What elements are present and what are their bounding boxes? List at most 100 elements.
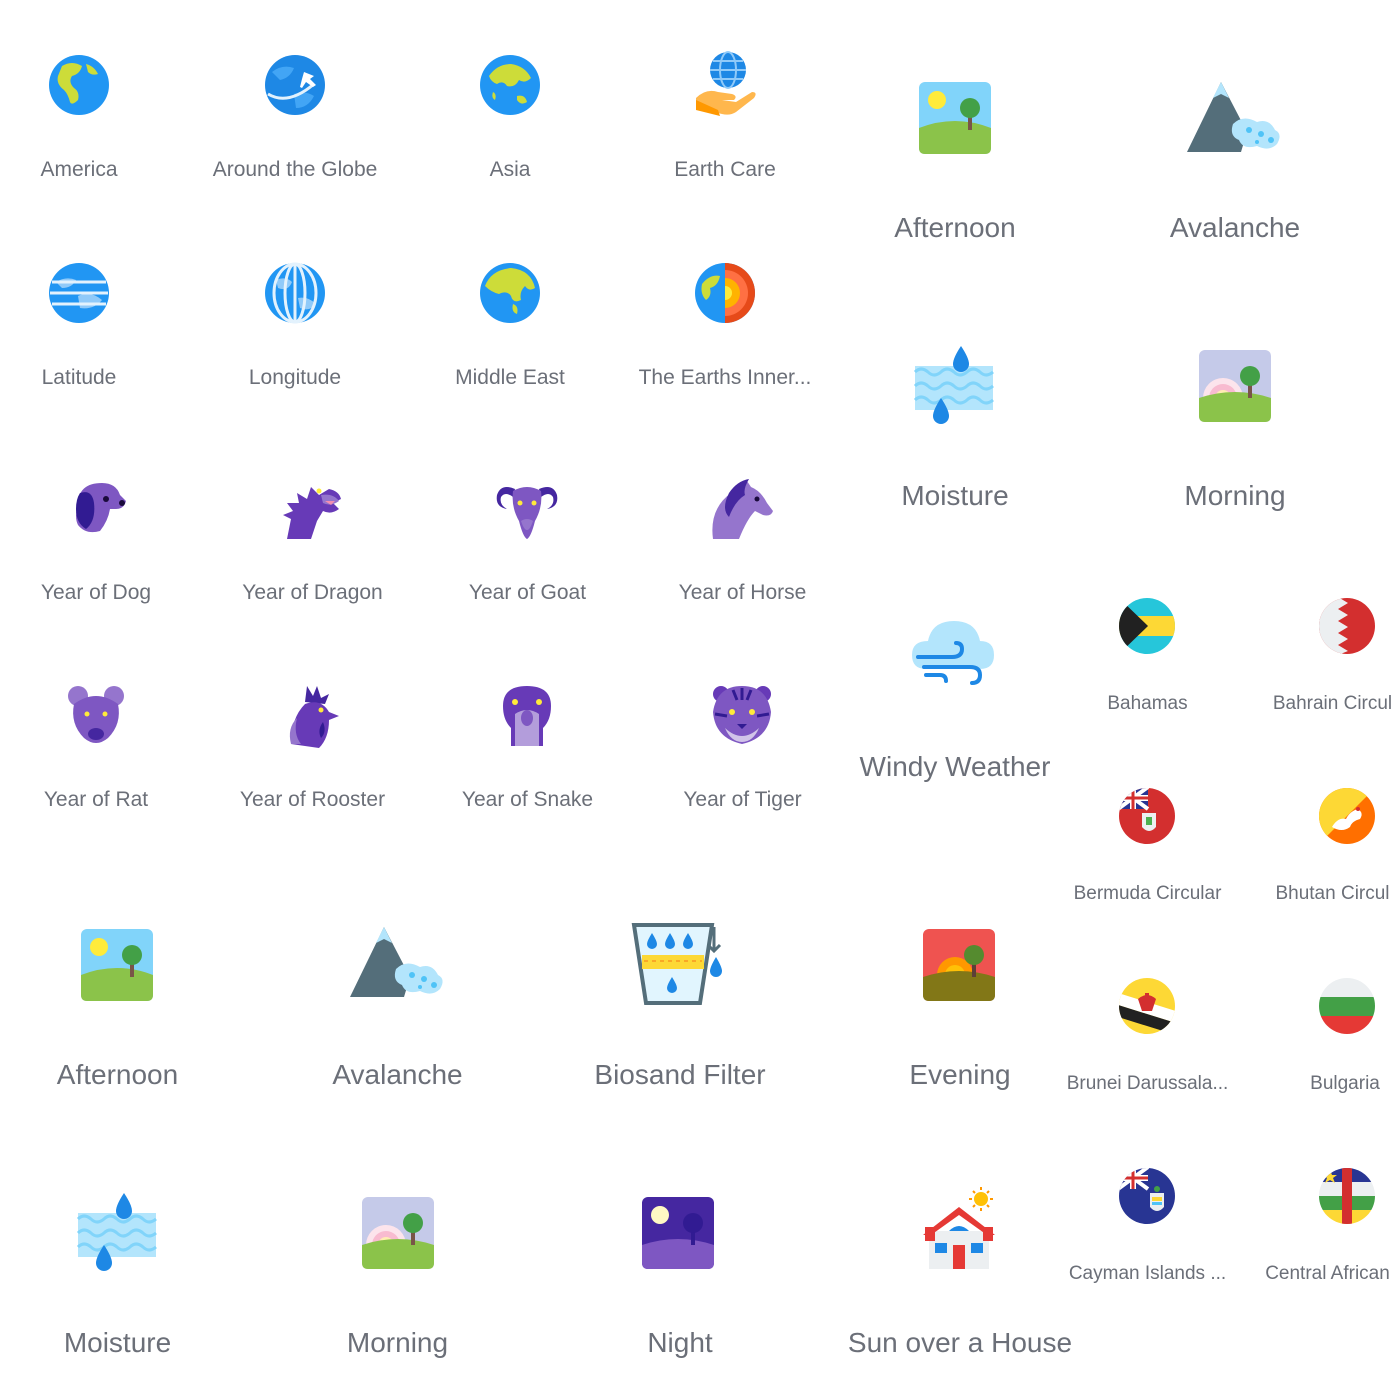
bahrain-flag-icon: [1319, 598, 1375, 654]
rat-icon: [68, 686, 124, 743]
asia-globe-icon: [480, 55, 540, 115]
icon-tile-morning[interactable]: Morning: [1135, 340, 1335, 530]
morning-landscape-icon: [1199, 350, 1271, 422]
tiger-icon: [713, 686, 771, 744]
icon-tile-sun-over-a-house[interactable]: Sun over a House: [835, 1183, 1085, 1373]
icon-label: Morning: [1184, 480, 1286, 511]
icon-label: Afternoon: [894, 212, 1016, 243]
icon-tile-bulgaria[interactable]: Bulgaria: [1280, 965, 1400, 1105]
windy-cloud-icon: [912, 621, 994, 685]
sun-over-house-icon: [923, 1187, 995, 1269]
avalanche-mountain-icon: [1187, 82, 1280, 152]
icon-label: Biosand Filter: [594, 1059, 766, 1090]
icon-label: Moisture: [63, 1327, 172, 1358]
icon-label: Middle East: [455, 366, 565, 389]
evening-landscape-icon: [923, 929, 995, 1001]
icon-tile-year-of-horse[interactable]: Year of Horse: [665, 465, 820, 625]
icon-label: Bahamas: [1107, 693, 1188, 714]
icon-tile-bahamas[interactable]: Bahamas: [1070, 585, 1225, 725]
icon-tile-bahrain-circul[interactable]: Bahrain Circul: [1265, 585, 1400, 725]
icon-tile-afternoon[interactable]: Afternoon: [855, 70, 1055, 260]
icon-tile-biosand-filter[interactable]: Biosand Filter: [575, 915, 785, 1105]
icon-tile-year-of-snake[interactable]: Year of Snake: [455, 672, 600, 832]
icon-label: Longitude: [248, 366, 342, 389]
icon-tile-night[interactable]: Night: [580, 1183, 780, 1373]
icon-label: Morning: [346, 1327, 449, 1358]
icon-label: Earth Care: [674, 158, 776, 181]
night-landscape-icon: [642, 1197, 714, 1269]
icon-tile-latitude[interactable]: Latitude: [20, 246, 138, 406]
rooster-icon: [289, 686, 339, 748]
icon-tile-around-the-globe[interactable]: Around the Globe: [200, 40, 390, 200]
icon-label: Year of Goat: [468, 581, 587, 604]
icon-tile-year-of-dragon[interactable]: Year of Dragon: [225, 465, 400, 625]
earth-inner-core-icon: [695, 263, 755, 323]
icon-label: Year of Snake: [461, 788, 594, 811]
icon-tile-brunei-darussala[interactable]: Brunei Darussala...: [1055, 965, 1240, 1105]
icon-label: Asia: [489, 158, 531, 181]
icon-tile-asia[interactable]: Asia: [450, 40, 570, 200]
bahamas-flag-icon: [1119, 598, 1175, 654]
icon-label: Evening: [909, 1059, 1011, 1090]
goat-icon: [496, 487, 558, 539]
icon-label: Avalanche: [332, 1059, 463, 1090]
icon-tile-windy-weather[interactable]: Windy Weather: [850, 605, 1060, 795]
morning-landscape-icon: [362, 1197, 434, 1269]
longitude-globe-icon: [265, 262, 325, 324]
icon-tile-year-of-rat[interactable]: Year of Rat: [30, 672, 162, 832]
icon-label: Latitude: [41, 366, 117, 389]
icon-tile-year-of-goat[interactable]: Year of Goat: [455, 465, 600, 625]
icon-tile-bhutan-circul[interactable]: Bhutan Circul: [1265, 775, 1400, 915]
around-globe-plane-icon: [265, 55, 325, 115]
icon-tile-year-of-tiger[interactable]: Year of Tiger: [665, 672, 820, 832]
afternoon-landscape-icon: [919, 82, 991, 154]
bermuda-flag-icon: [1119, 788, 1175, 844]
latitude-globe-icon: [49, 263, 109, 323]
icon-tile-avalanche-2[interactable]: Avalanche: [300, 915, 495, 1105]
biosand-filter-icon: [631, 923, 722, 1005]
brunei-flag-icon: [1119, 978, 1175, 1034]
moisture-water-icon: [76, 1193, 157, 1271]
icon-tile-evening[interactable]: Evening: [885, 915, 1035, 1105]
icon-tile-afternoon-2[interactable]: Afternoon: [20, 915, 215, 1105]
icon-tile-bermuda-circular[interactable]: Bermuda Circular: [1060, 775, 1235, 915]
icon-label: Moisture: [901, 480, 1009, 511]
icon-label: Year of Rat: [43, 788, 149, 811]
icon-label: The Earths Inner...: [638, 366, 812, 389]
cayman-islands-flag-icon: [1119, 1168, 1175, 1224]
icon-tile-earth-care[interactable]: Earth Care: [650, 40, 800, 200]
dragon-icon: [283, 487, 341, 539]
bulgaria-flag-icon: [1319, 978, 1375, 1034]
icon-label: America: [40, 158, 118, 181]
icon-tile-year-of-dog[interactable]: Year of Dog: [30, 465, 162, 625]
icon-tile-central-african[interactable]: Central African: [1255, 1155, 1400, 1295]
icon-label: Central African: [1265, 1263, 1390, 1284]
icon-label: Afternoon: [56, 1059, 179, 1090]
icon-label: Year of Horse: [678, 581, 807, 604]
earth-care-hand-icon: [696, 51, 756, 116]
icon-label: Around the Globe: [212, 158, 378, 181]
icon-label: Sun over a House: [847, 1327, 1073, 1358]
icon-label: Brunei Darussala...: [1066, 1073, 1229, 1094]
central-african-flag-icon: [1319, 1168, 1375, 1224]
icon-tile-year-of-rooster[interactable]: Year of Rooster: [225, 672, 400, 832]
icon-tile-the-earths-inner[interactable]: The Earths Inner...: [625, 246, 825, 406]
icon-label: Bahrain Circul: [1272, 693, 1393, 714]
icon-tile-middle-east[interactable]: Middle East: [440, 246, 580, 406]
icon-label: Windy Weather: [859, 751, 1051, 782]
icon-tile-morning-2[interactable]: Morning: [300, 1183, 495, 1373]
icon-label: Year of Tiger: [683, 788, 802, 811]
icon-label: Night: [647, 1327, 713, 1358]
icon-tile-america[interactable]: America: [20, 40, 138, 200]
middle-east-globe-icon: [480, 263, 540, 323]
icon-tile-avalanche[interactable]: Avalanche: [1135, 70, 1335, 260]
icon-tile-longitude[interactable]: Longitude: [200, 246, 390, 406]
dog-icon: [76, 483, 126, 533]
icon-label: Bhutan Circul: [1275, 883, 1390, 904]
icon-tile-moisture-2[interactable]: Moisture: [20, 1183, 215, 1373]
icon-tile-moisture[interactable]: Moisture: [855, 340, 1055, 530]
icon-label: Year of Rooster: [239, 788, 386, 811]
icon-label: Year of Dog: [40, 581, 152, 604]
snake-icon: [503, 686, 551, 746]
icon-label: Bulgaria: [1310, 1073, 1380, 1094]
